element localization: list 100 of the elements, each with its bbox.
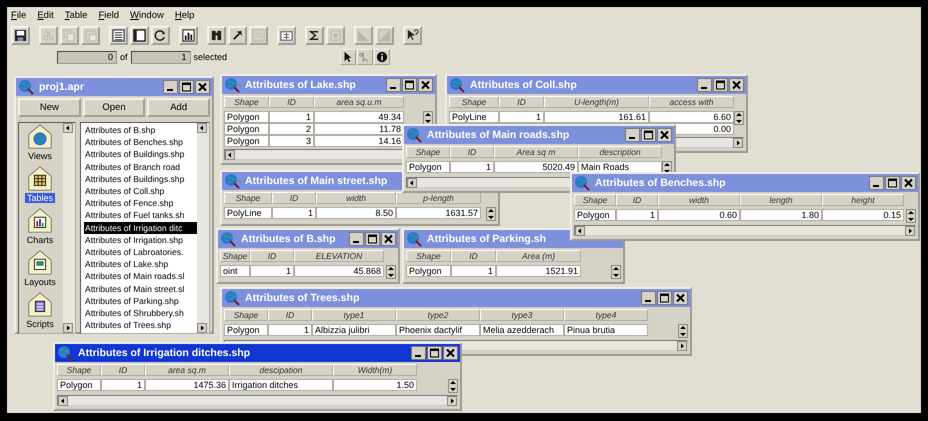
close-icon[interactable] [381, 232, 396, 246]
minimize-icon[interactable] [625, 128, 640, 142]
toolbar-button[interactable] [277, 26, 296, 44]
column-header[interactable]: Shape [57, 364, 101, 376]
spinner-icon[interactable] [423, 111, 433, 125]
column-header[interactable]: type3 [480, 309, 564, 321]
column-header[interactable]: Area sq m [494, 146, 578, 158]
scroll-left-icon[interactable] [407, 178, 417, 188]
column-header[interactable]: area sq.m [145, 364, 229, 376]
category-label[interactable]: Tables [24, 193, 55, 203]
column-header[interactable]: Shape [224, 309, 268, 321]
column-header[interactable]: width [658, 194, 740, 206]
spinner-icon[interactable] [386, 265, 396, 279]
scroll-left-icon[interactable] [225, 150, 235, 160]
column-header[interactable]: U-length(m) [544, 96, 649, 108]
scroll-left-icon[interactable] [575, 226, 585, 236]
scroll-right-icon[interactable] [677, 340, 687, 350]
spinner-icon[interactable] [678, 324, 688, 338]
minimize-icon[interactable] [411, 346, 426, 360]
column-header[interactable]: descipation [229, 364, 333, 376]
close-icon[interactable] [195, 80, 210, 94]
list-item[interactable]: Attributes of Fence.shp [84, 197, 197, 210]
column-header[interactable]: ID [616, 194, 658, 206]
toolbar-button[interactable] [305, 26, 324, 44]
list-item[interactable]: Attributes of Main street.sl [84, 282, 197, 295]
minimize-icon[interactable] [349, 232, 364, 246]
column-header[interactable]: Shape [574, 194, 616, 206]
list-item[interactable]: Attributes of Buildings.shp [84, 148, 197, 161]
close-icon[interactable] [673, 291, 688, 305]
list-item[interactable]: Attributes of Labroatories. [84, 246, 197, 258]
toolbar-button[interactable] [109, 26, 128, 44]
toolbar-button[interactable] [179, 26, 198, 44]
column-header[interactable]: width [316, 192, 396, 204]
column-header[interactable]: ID [272, 192, 316, 204]
column-header[interactable]: Area (m) [496, 250, 581, 262]
column-header[interactable]: ID [450, 146, 494, 158]
list-item[interactable]: Attributes of Lake.shp [84, 258, 197, 270]
list-item[interactable]: Attributes of B.shp [84, 124, 197, 136]
column-header[interactable]: type4 [564, 309, 648, 321]
minimize-icon[interactable] [386, 78, 401, 92]
project-button[interactable]: Open [82, 98, 146, 117]
toolbar-button[interactable] [11, 26, 30, 44]
column-header[interactable]: description [578, 146, 662, 158]
column-header[interactable]: ELEVATION [294, 250, 384, 262]
maximize-icon[interactable] [713, 78, 728, 92]
scroll-left-icon[interactable] [58, 396, 68, 406]
column-header[interactable]: area sq.u.m [314, 96, 404, 108]
close-icon[interactable] [729, 78, 744, 92]
column-header[interactable]: Shape [220, 250, 250, 262]
maximize-icon[interactable] [657, 291, 672, 305]
spinner-icon[interactable] [906, 209, 916, 223]
list-item[interactable]: Attributes of Parking.shp [84, 294, 197, 308]
spinner-icon[interactable] [486, 207, 496, 221]
maximize-icon[interactable] [179, 80, 194, 94]
column-header[interactable]: Shape [224, 96, 269, 108]
menu-item[interactable]: Field [98, 10, 120, 23]
column-header[interactable]: ID [499, 96, 544, 108]
maximize-icon[interactable] [402, 78, 417, 92]
column-header[interactable]: length [740, 194, 822, 206]
menu-item[interactable]: Window [130, 10, 164, 23]
column-header[interactable]: ID [269, 96, 314, 108]
list-item[interactable]: Attributes of Coll.shp [84, 185, 197, 198]
column-header[interactable]: access with [649, 96, 734, 108]
close-icon[interactable] [901, 176, 916, 190]
column-header[interactable]: height [822, 194, 904, 206]
column-header[interactable]: ID [101, 364, 145, 376]
toolbar-button[interactable] [228, 26, 247, 44]
column-header[interactable]: Shape [406, 250, 451, 262]
list-item[interactable]: Attributes of Branch road [84, 160, 197, 173]
scroll-right-icon[interactable] [447, 396, 457, 406]
tool-button[interactable] [374, 49, 390, 65]
column-header[interactable]: type2 [396, 309, 480, 321]
column-header[interactable]: Shape [449, 96, 499, 108]
list-item[interactable]: Attributes of Trees.shp [84, 319, 197, 332]
scroll-right-icon[interactable] [905, 226, 915, 236]
minimize-icon[interactable] [697, 78, 712, 92]
minimize-icon[interactable] [641, 291, 656, 305]
list-item[interactable]: Attributes of Buildings.shp [84, 172, 197, 186]
column-header[interactable]: ID [451, 250, 496, 262]
category-label[interactable]: Views [26, 151, 54, 161]
list-item[interactable]: Attributes of Irrigation ditc [84, 222, 197, 234]
maximize-icon[interactable] [885, 176, 900, 190]
spinner-icon[interactable] [734, 111, 744, 125]
list-item[interactable]: Attributes of Irrigation.shp [84, 234, 197, 246]
spinner-icon[interactable] [448, 379, 458, 393]
project-button[interactable]: New [18, 98, 81, 117]
tool-button[interactable] [340, 49, 356, 65]
menu-item[interactable]: Edit [37, 10, 54, 23]
column-header[interactable]: Shape [224, 192, 272, 204]
toolbar-button[interactable] [403, 26, 422, 44]
close-icon[interactable] [443, 346, 458, 360]
project-button[interactable]: Add [147, 98, 210, 117]
category-label[interactable]: Layouts [22, 277, 58, 287]
list-item[interactable]: Attributes of Benches.shp [84, 136, 197, 148]
list-item[interactable]: Attributes of Shrubbery.sh [84, 307, 197, 320]
close-icon[interactable] [418, 78, 433, 92]
category-label[interactable]: Charts [24, 235, 56, 245]
maximize-icon[interactable] [641, 128, 656, 142]
menu-item[interactable]: Table [64, 10, 88, 23]
column-header[interactable]: Width(m) [333, 364, 417, 376]
